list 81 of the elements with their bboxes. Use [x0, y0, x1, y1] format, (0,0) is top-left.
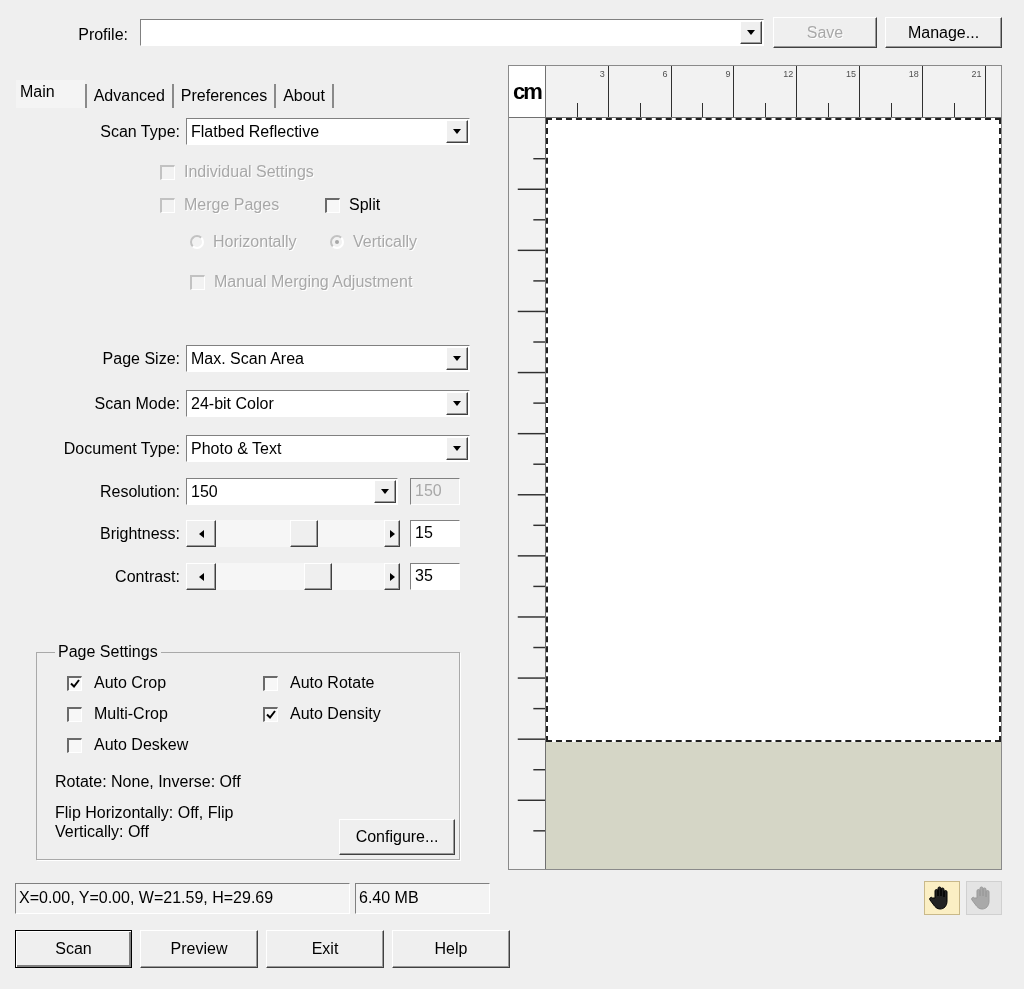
caret-right-icon [389, 529, 395, 538]
radio-label: Vertically [353, 232, 418, 252]
field-label: Brightness: [99, 523, 180, 544]
dropdown-arrow-button[interactable] [374, 480, 396, 503]
tab[interactable]: Advanced [84, 84, 174, 108]
scroll-left-button[interactable] [186, 520, 216, 547]
ruler-label: 12 [783, 69, 794, 79]
check-icon [70, 679, 80, 688]
dropdown[interactable]: Photo & Text [186, 435, 470, 462]
size-field: 6.40 MB [355, 882, 490, 914]
ruler-label: 18 [908, 69, 919, 79]
ruler-label: 9 [725, 69, 731, 79]
value-field[interactable]: 35 [410, 563, 460, 590]
checkbox-label: Auto Deskew [94, 735, 189, 755]
scroll-right-button[interactable] [384, 520, 400, 547]
dropdown[interactable] [140, 19, 764, 46]
field-label: Scan Type: [100, 121, 180, 142]
field-label: Contrast: [115, 566, 180, 587]
caret-right-icon [389, 572, 395, 581]
scroll-left-button[interactable] [186, 563, 216, 590]
caret-down-icon [453, 446, 461, 451]
caret-left-icon [198, 572, 204, 581]
ruler-label: 6 [662, 69, 668, 79]
check-icon [266, 710, 276, 719]
dropdown-arrow-button[interactable] [446, 120, 468, 143]
checkbox[interactable] [325, 197, 340, 213]
checkbox-label: Split [349, 195, 381, 215]
dropdown[interactable]: 150 [186, 478, 398, 505]
group-title: Page Settings [57, 643, 159, 661]
caret-down-icon [453, 129, 461, 134]
checkbox[interactable] [67, 706, 82, 722]
unit-label: cm [509, 66, 546, 117]
caret-down-icon [381, 489, 389, 494]
dialog-button[interactable]: Help [392, 930, 510, 968]
checkbox-label: Manual Merging Adjustment [214, 272, 413, 292]
dialog-button[interactable]: Exit [266, 930, 384, 968]
checkbox-label: Auto Crop [94, 673, 167, 693]
checkbox-label: Auto Rotate [290, 673, 375, 693]
checkbox-label: Auto Density [290, 704, 381, 724]
slider-thumb[interactable] [304, 563, 333, 590]
tab[interactable]: Main [16, 80, 85, 108]
field-label: Resolution: [99, 481, 180, 502]
field-label: Document Type: [63, 438, 180, 459]
radio-label: Horizontally [213, 232, 297, 252]
caret-left-icon [198, 529, 204, 538]
manage-button[interactable]: Manage... [885, 17, 1002, 48]
dialog-button[interactable]: Scan [15, 930, 132, 968]
coordinates-field: X=0.00, Y=0.00, W=21.59, H=29.69 [15, 882, 350, 914]
ruler-label: 15 [845, 69, 856, 79]
dropdown[interactable]: 24-bit Color [186, 390, 470, 417]
tab[interactable]: Preferences [173, 84, 277, 108]
checkbox[interactable] [67, 675, 82, 691]
caret-down-icon [453, 401, 461, 406]
checkbox[interactable] [263, 675, 278, 691]
field-label: Scan Mode: [94, 393, 180, 414]
value-field[interactable]: 15 [410, 520, 460, 547]
dropdown[interactable]: Max. Scan Area [186, 345, 470, 372]
checkbox-label: Individual Settings [184, 162, 314, 182]
checkbox[interactable] [67, 737, 82, 753]
scroll-right-button[interactable] [384, 563, 400, 590]
dropdown-arrow-button[interactable] [446, 392, 468, 415]
configure-button[interactable]: Configure... [339, 819, 455, 855]
checkbox[interactable] [263, 706, 278, 722]
dropdown-arrow-button[interactable] [446, 347, 468, 370]
settings-summary: Rotate: None, Inverse: Off [55, 772, 242, 791]
ruler-label: 3 [599, 69, 605, 79]
settings-summary: Flip Horizontally: Off, Flip Vertically: Off [55, 803, 235, 841]
checkbox-label: Multi-Crop [94, 704, 168, 724]
slider-thumb[interactable] [290, 520, 319, 547]
caret-down-icon [747, 30, 755, 35]
dropdown[interactable]: Flatbed Reflective [186, 118, 470, 145]
checkbox-label: Merge Pages [184, 195, 280, 215]
caret-down-icon [453, 356, 461, 361]
dropdown-arrow-button[interactable] [446, 437, 468, 460]
dialog-button[interactable]: Preview [140, 930, 258, 968]
tab[interactable]: About [276, 84, 334, 108]
field-label: Page Size: [102, 348, 180, 369]
ruler-label: 21 [971, 69, 982, 79]
dropdown-arrow-button[interactable] [740, 21, 762, 44]
tool-button[interactable] [924, 881, 960, 915]
field-label: Profile: [78, 25, 128, 45]
